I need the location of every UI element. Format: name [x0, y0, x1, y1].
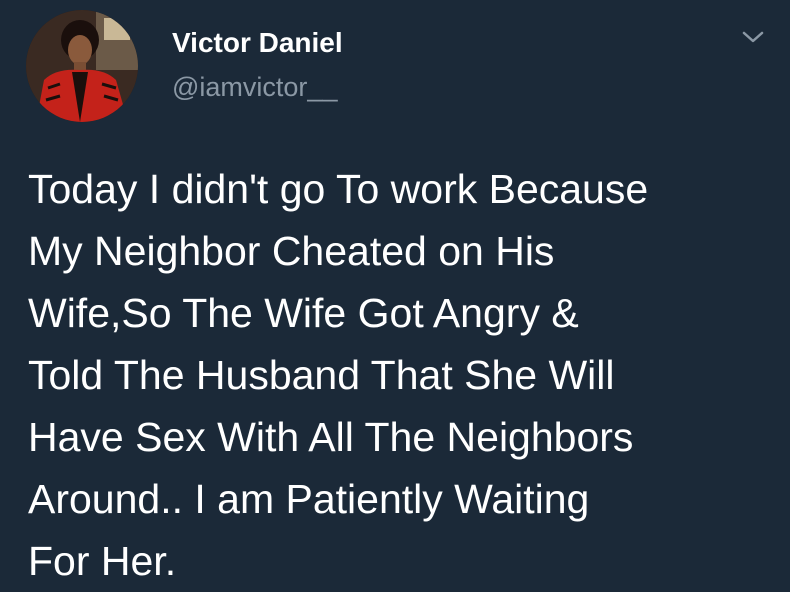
tweet-text-line: Told The Husband That She Will: [28, 352, 615, 398]
avatar[interactable]: [26, 10, 138, 122]
tweet-menu-button[interactable]: [740, 28, 766, 46]
profile-photo-avatar: [26, 10, 138, 122]
tweet-text-line: Today I didn't go To work Because: [28, 166, 649, 212]
tweet-text-line: Have Sex With All The Neighbors: [28, 414, 634, 460]
tweet-text-line: Wife,So The Wife Got Angry &: [28, 290, 579, 336]
tweet-text-line: My Neighbor Cheated on His: [28, 228, 555, 274]
tweet-text-line: Around.. I am Patiently Waiting: [28, 476, 590, 522]
tweet: Victor Daniel @iamvictor__ Today I didn'…: [0, 0, 790, 584]
tweet-text-line: For Her.: [28, 538, 177, 584]
display-name[interactable]: Victor Daniel: [172, 27, 343, 59]
tweet-text: Today I didn't go To work Because My Nei…: [28, 158, 778, 592]
chevron-down-icon: [742, 31, 764, 43]
user-handle[interactable]: @iamvictor__: [172, 72, 337, 103]
